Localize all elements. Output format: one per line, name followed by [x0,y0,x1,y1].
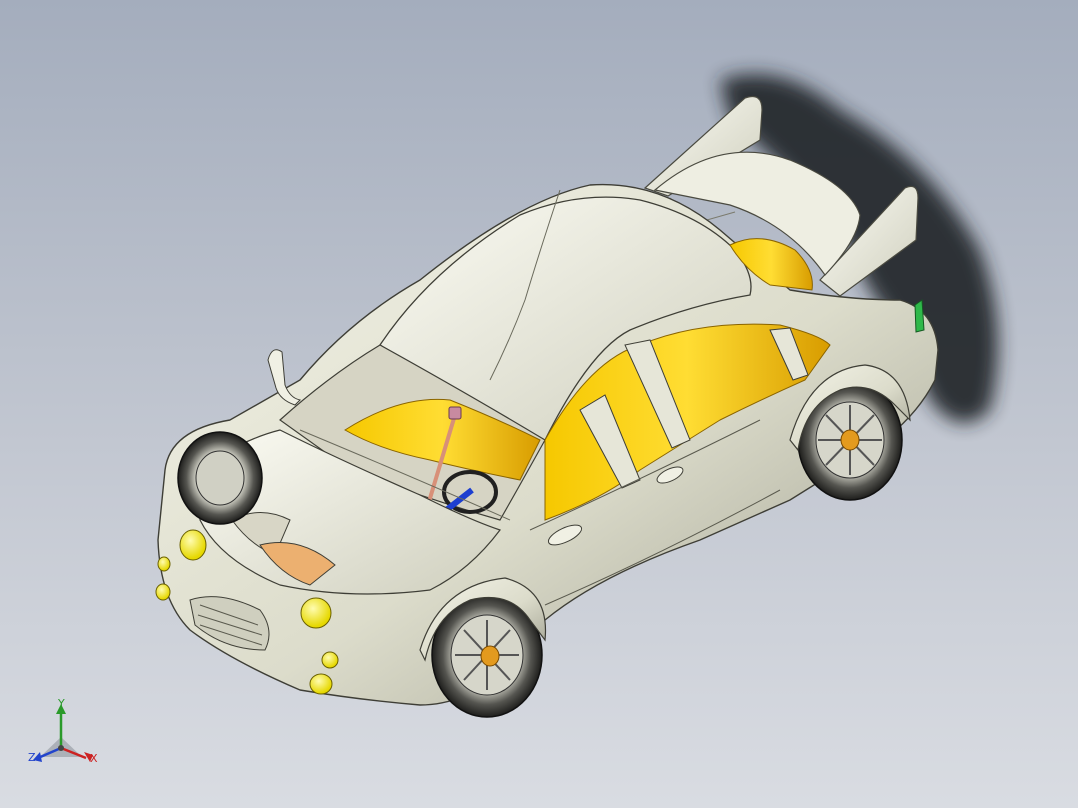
pedal-cap [448,406,462,420]
fog-light-right-2 [309,673,333,695]
z-axis-label: Z [28,751,36,764]
triad-axes [33,704,93,762]
y-axis-label: Y [58,697,65,710]
tail-light [914,299,925,333]
coordinate-triad: Y X Z [20,690,110,780]
headlight-right [300,597,332,629]
front-left-wheel [177,431,263,525]
cad-viewport[interactable]: Y X Z [0,0,1078,808]
headlight-left [179,529,207,561]
fog-light-left-1 [157,556,171,572]
fog-light-left-2 [155,583,171,601]
fog-light-right-1 [321,651,339,669]
x-axis-label: X [90,752,98,765]
car-model-3d-view[interactable] [0,0,1078,808]
